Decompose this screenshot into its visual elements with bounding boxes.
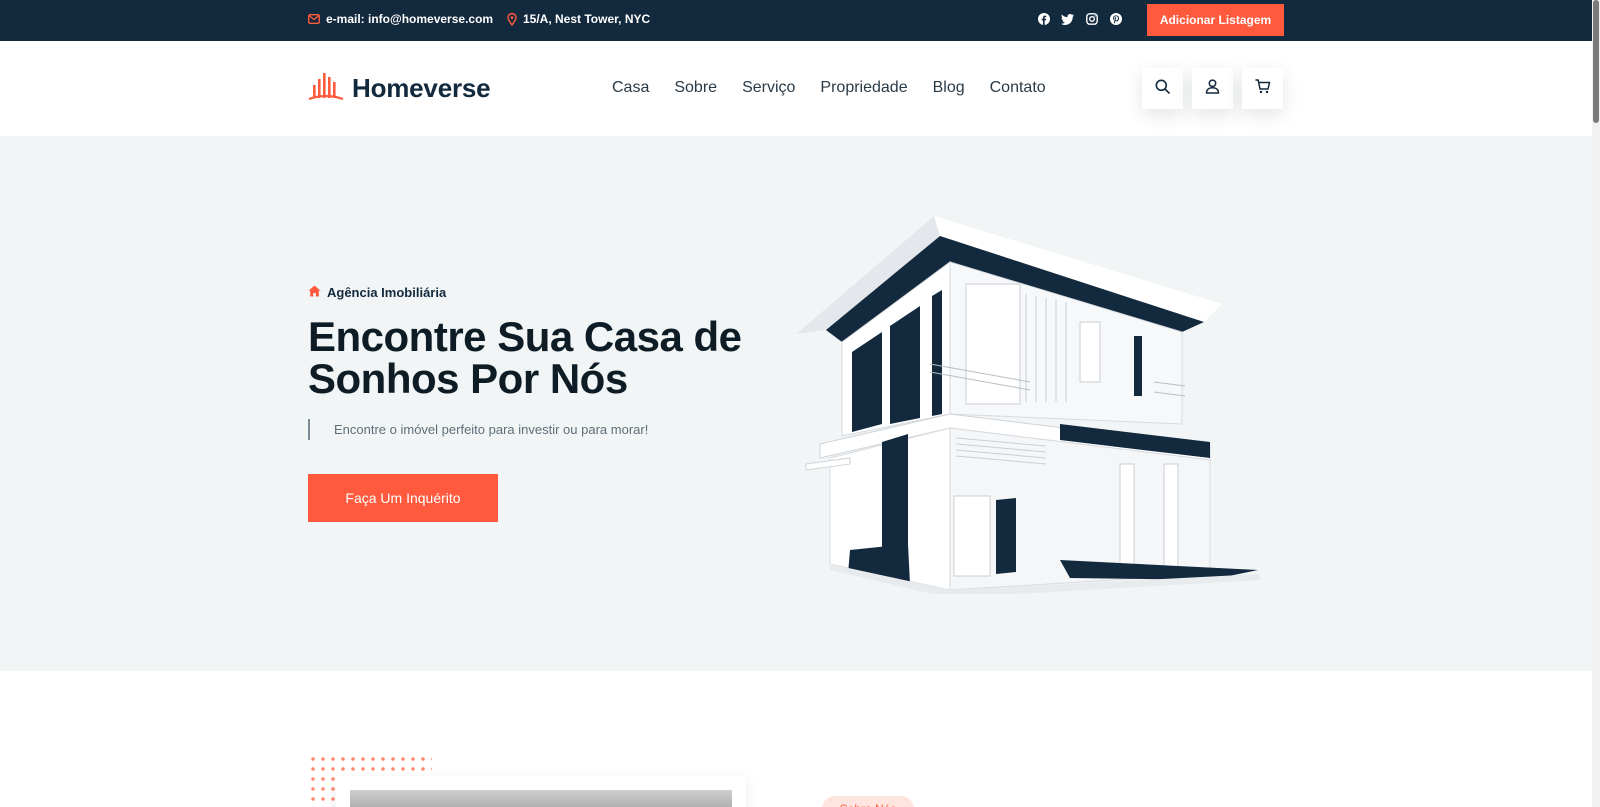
nav-item-blog[interactable]: Blog — [933, 79, 965, 97]
inquiry-button[interactable]: Faça Um Inquérito — [308, 474, 498, 522]
nav-item-servico[interactable]: Serviço — [742, 79, 795, 97]
about-image-card — [336, 776, 746, 807]
twitter-icon[interactable] — [1061, 12, 1074, 26]
address-text: 15/A, Nest Tower, NYC — [523, 12, 651, 26]
scrollbar-thumb[interactable] — [1593, 0, 1599, 123]
pinterest-icon[interactable] — [1109, 12, 1122, 26]
user-button[interactable] — [1192, 68, 1233, 109]
main-nav: Casa Sobre Serviço Propriedade Blog Cont… — [612, 79, 1046, 97]
hero-tag: Agência Imobiliária — [308, 285, 446, 300]
hero-title-line-1: Encontre Sua Casa de — [308, 313, 742, 360]
location-pin-icon — [507, 12, 517, 26]
cart-icon — [1254, 78, 1271, 99]
logo-text: Homeverse — [352, 73, 491, 103]
nav-item-contato[interactable]: Contato — [990, 79, 1046, 97]
top-bar: e-mail: info@homeverse.com 15/A, Nest To… — [0, 0, 1592, 41]
social-links — [1037, 12, 1122, 26]
user-icon — [1205, 78, 1220, 99]
hero-title-line-2: Sonhos Por Nós — [308, 355, 628, 402]
nav-item-sobre[interactable]: Sobre — [674, 79, 717, 97]
add-listing-button[interactable]: Adicionar Listagem — [1147, 4, 1284, 36]
cart-button[interactable] — [1242, 68, 1283, 109]
about-image — [350, 790, 732, 807]
mail-icon — [308, 14, 320, 24]
instagram-icon[interactable] — [1085, 12, 1098, 26]
search-icon — [1155, 79, 1170, 99]
hero-house-illustration — [790, 214, 1290, 599]
hero-subtitle: Encontre o imóvel perfeito para investir… — [308, 419, 648, 440]
email-link[interactable]: e-mail: info@homeverse.com — [308, 12, 493, 26]
main-header: Homeverse Casa Sobre Serviço Propriedade… — [0, 41, 1592, 136]
page-scrollbar[interactable] — [1592, 0, 1600, 807]
logo-icon — [308, 71, 344, 106]
nav-item-casa[interactable]: Casa — [612, 79, 649, 97]
nav-item-propriedade[interactable]: Propriedade — [820, 79, 907, 97]
search-button[interactable] — [1142, 68, 1183, 109]
logo[interactable]: Homeverse — [308, 71, 491, 106]
about-tag: Sobre Nós — [822, 796, 914, 807]
hero-section: Agência Imobiliária Encontre Sua Casa de… — [0, 136, 1592, 671]
hero-tag-label: Agência Imobiliária — [327, 285, 447, 300]
hero-title: Encontre Sua Casa de Sonhos Por Nós — [308, 316, 788, 400]
address-link[interactable]: 15/A, Nest Tower, NYC — [507, 12, 650, 26]
facebook-icon[interactable] — [1037, 12, 1050, 26]
home-icon — [308, 285, 321, 300]
email-text: e-mail: info@homeverse.com — [326, 12, 494, 26]
